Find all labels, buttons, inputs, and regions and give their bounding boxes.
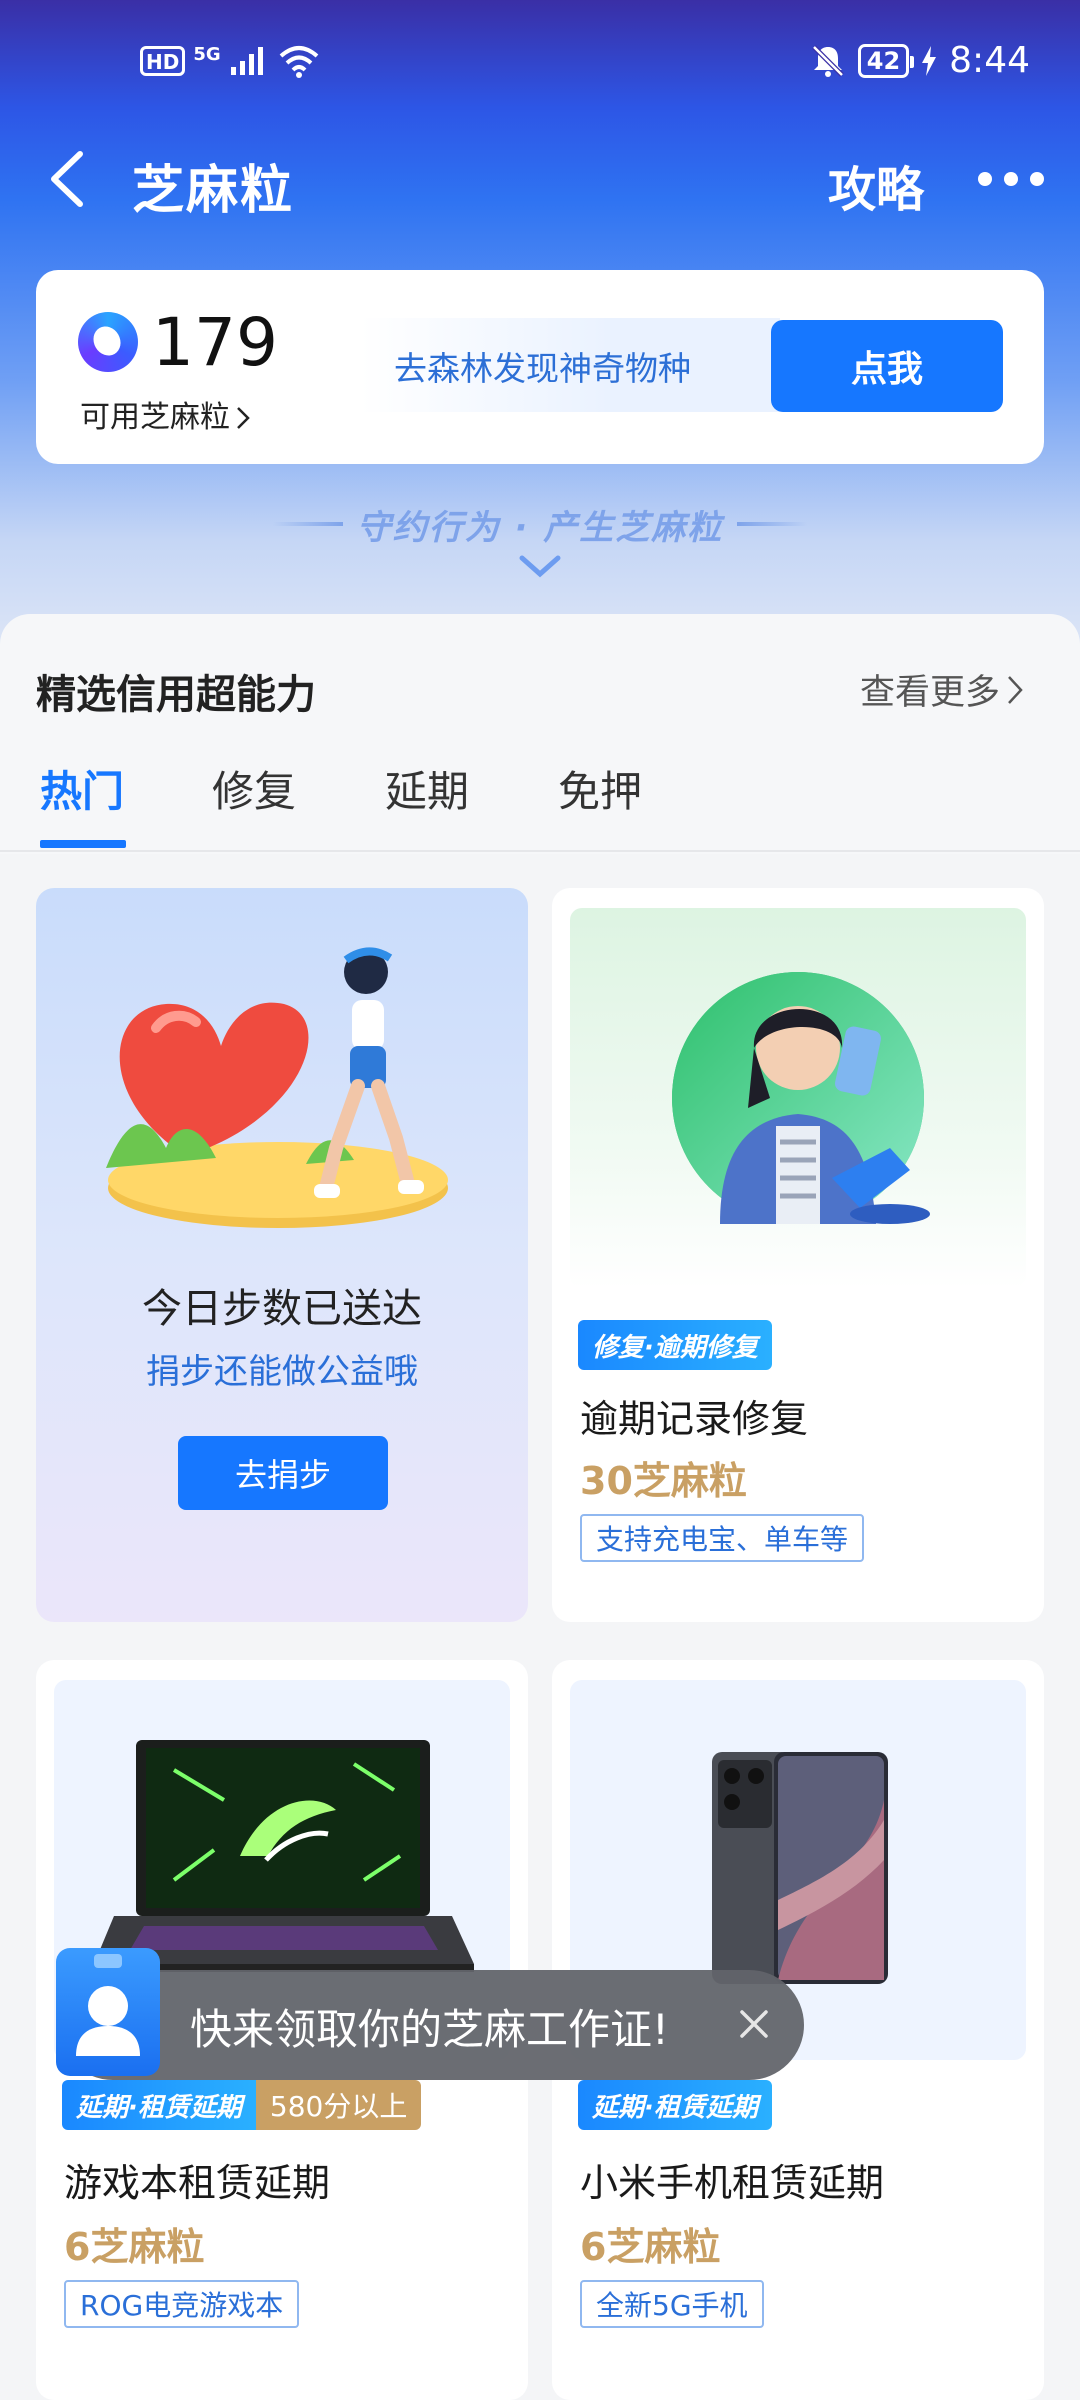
repair-price: 30芝麻粒 (580, 1459, 747, 1503)
tab-repair[interactable]: 修复 (212, 758, 296, 819)
repair-image (570, 908, 1026, 1288)
slogan-banner: 守约行为 · 产生芝麻粒 (0, 500, 1080, 549)
guide-link[interactable]: 攻略 (828, 150, 924, 220)
bell-muted-icon (811, 44, 844, 77)
clock: 8:44 (949, 40, 1030, 81)
badge-person-icon (76, 1954, 140, 2056)
phone-note: 全新5G手机 (580, 2280, 764, 2328)
points-label: 可用芝麻粒 (80, 400, 230, 435)
repair-tag: 修复·逾期修复 (578, 1320, 772, 1370)
phone-price: 6芝麻粒 (580, 2225, 721, 2269)
toast-text: 快来领取你的芝麻工作证! (190, 2005, 669, 2054)
promo-text[interactable]: 去森林发现神奇物种 (394, 342, 691, 390)
phone-name: 小米手机租赁延期 (580, 2161, 885, 2205)
category-tabs: 热门 修复 延期 免押 (0, 748, 1080, 852)
more-options-button[interactable] (978, 172, 1044, 186)
phone-tag-row: 延期·租赁延期 (578, 2080, 772, 2130)
overdue-repair-card[interactable]: 修复·逾期修复 逾期记录修复 30芝麻粒 支持充电宝、单车等 (552, 888, 1044, 1622)
heart-walker-illustration (106, 947, 448, 1228)
battery-indicator: 42 (857, 43, 915, 78)
laptop-score-tag: 580分以上 (255, 2080, 422, 2130)
view-more-label: 查看更多 (860, 673, 1001, 713)
sesame-logo-icon (78, 312, 138, 372)
status-left: HD 5G (140, 44, 321, 78)
more-dot-icon (1004, 172, 1018, 186)
close-icon[interactable] (736, 2006, 772, 2042)
work-badge-icon (56, 1948, 160, 2076)
tab-extension[interactable]: 延期 (385, 758, 469, 819)
tab-deposit-free[interactable]: 免押 (558, 758, 642, 819)
laptop-price: 6芝麻粒 (64, 2225, 205, 2269)
steps-subtitle: 捐步还能做公益哦 (146, 1352, 418, 1392)
repair-tag-row: 修复·逾期修复 (578, 1320, 772, 1370)
status-right: 42 8:44 (810, 40, 1030, 81)
laptop-name: 游戏本租赁延期 (64, 2161, 331, 2205)
chevron-left-icon (51, 151, 83, 207)
chevron-right-icon (237, 407, 250, 429)
view-more-link[interactable]: 查看更多 (860, 664, 1026, 715)
signal-icon (230, 47, 263, 75)
donate-steps-card[interactable]: 今日步数已送达 捐步还能做公益哦 去捐步 (36, 888, 528, 1622)
laptop-note: ROG电竞游戏本 (64, 2280, 300, 2328)
woman-phone-illustration (672, 972, 930, 1224)
laptop-tag: 延期·租赁延期 (62, 2080, 256, 2130)
laptop-tag-row: 延期·租赁延期 580分以上 (62, 2080, 422, 2130)
section-title: 精选信用超能力 (36, 672, 316, 718)
slogan-text: 守约行为 · 产生芝麻粒 (272, 500, 724, 549)
chevron-right-icon (1008, 675, 1023, 704)
repair-note: 支持充电宝、单车等 (580, 1514, 865, 1562)
active-tab-indicator (40, 840, 126, 848)
repair-name: 逾期记录修复 (580, 1397, 809, 1441)
more-dot-icon (978, 172, 992, 186)
donate-steps-button[interactable]: 去捐步 (178, 1436, 388, 1510)
steps-title: 今日步数已送达 (142, 1286, 422, 1332)
back-button[interactable] (40, 144, 100, 214)
charging-icon (922, 45, 937, 76)
status-bar: HD 5G 42 8:44 (0, 0, 1080, 108)
points-card: 179 可用芝麻粒 去森林发现神奇物种 点我 (36, 270, 1044, 464)
nav-bar: 芝麻粒 攻略 (0, 120, 1080, 240)
tab-hot[interactable]: 热门 (40, 758, 124, 819)
page-title: 芝麻粒 (132, 161, 295, 221)
phone-tag: 延期·租赁延期 (578, 2080, 772, 2130)
chevron-down-icon[interactable] (518, 552, 562, 582)
more-dot-icon (1030, 172, 1044, 186)
network-type: 5G (193, 44, 221, 65)
points-label-link[interactable]: 可用芝麻粒 (80, 392, 252, 436)
points-value: 179 (152, 304, 278, 381)
hd-indicator: HD (140, 46, 186, 76)
wifi-icon (279, 46, 318, 78)
promo-button[interactable]: 点我 (771, 320, 1003, 412)
